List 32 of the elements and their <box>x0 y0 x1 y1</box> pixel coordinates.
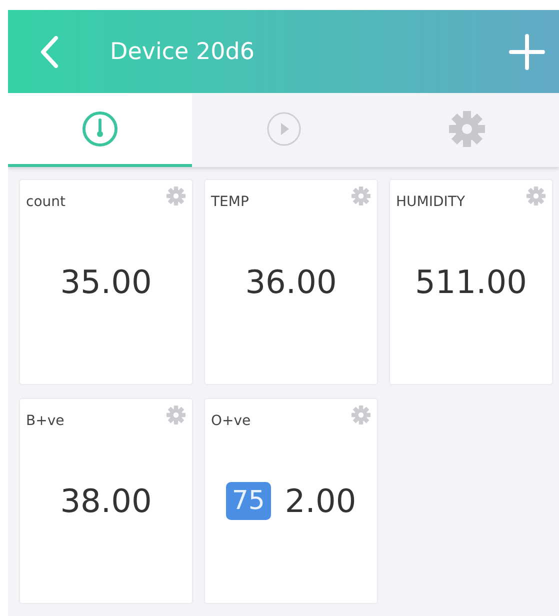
screen-title: Device 20d6 <box>110 38 256 64</box>
plus-icon <box>509 34 545 70</box>
settings-icon[interactable] <box>351 186 371 206</box>
widget-label: count <box>26 194 66 210</box>
widget-label: HUMIDITY <box>396 194 465 210</box>
widget-card[interactable]: O+ve 75 2.00 <box>205 399 377 603</box>
widget-card[interactable]: B+ve 38.00 <box>20 399 192 603</box>
widget-value: 35.00 <box>60 263 152 301</box>
widget-value: 38.00 <box>60 482 152 520</box>
widget-label: TEMP <box>211 194 249 210</box>
widget-value: 36.00 <box>245 263 337 301</box>
play-icon <box>264 110 302 148</box>
tab[interactable] <box>192 93 376 167</box>
widget-card[interactable]: HUMIDITY 511.00 <box>390 180 552 384</box>
settings-icon[interactable] <box>166 186 186 206</box>
settings-icon[interactable] <box>166 405 186 425</box>
widget-card[interactable]: TEMP 36.00 <box>205 180 377 384</box>
widget-card[interactable]: count 35.00 <box>20 180 192 384</box>
settings-icon <box>448 110 486 148</box>
widget-label: O+ve <box>211 413 251 429</box>
add-button[interactable] <box>509 34 545 70</box>
back-button[interactable] <box>38 34 60 68</box>
settings-icon[interactable] <box>526 186 546 206</box>
widget-value: 2.00 <box>284 482 356 520</box>
tab[interactable] <box>8 93 192 167</box>
gauge-icon <box>80 110 119 148</box>
settings-icon[interactable] <box>351 405 371 425</box>
tab[interactable] <box>375 93 559 167</box>
back-icon <box>38 34 60 68</box>
widget-label: B+ve <box>26 413 64 429</box>
value-badge: 75 <box>226 482 271 520</box>
widget-value: 511.00 <box>415 263 527 301</box>
